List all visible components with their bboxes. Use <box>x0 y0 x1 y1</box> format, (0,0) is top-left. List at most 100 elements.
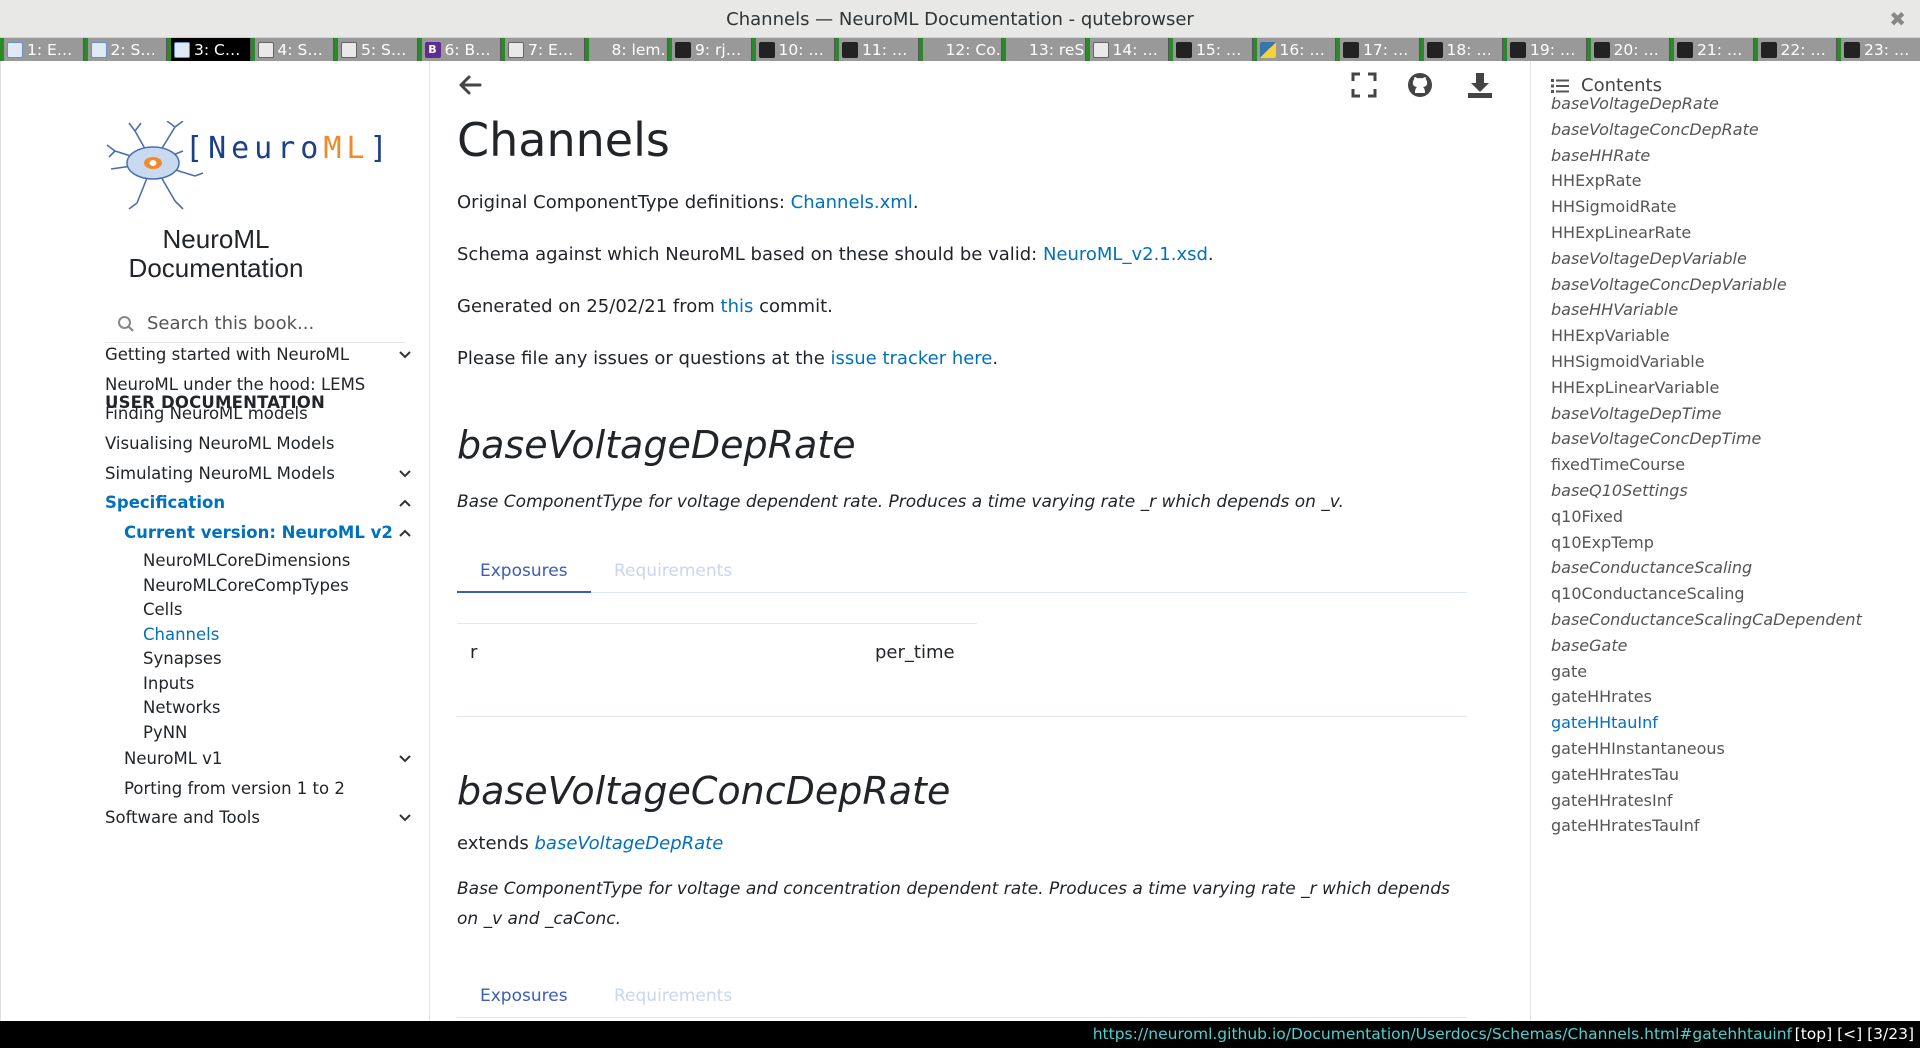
browser-tab[interactable]: 19: … <box>1503 38 1587 61</box>
main-content: Channels Original ComponentType definiti… <box>430 61 1530 1021</box>
sidebar-item-porting-from-version-1-to-2[interactable]: Porting from version 1 to 2 <box>124 779 345 798</box>
toc-item[interactable]: q10ConductanceScaling <box>1551 584 1745 603</box>
chevron-down-icon[interactable] <box>399 349 411 361</box>
sidebar-item-finding-neuroml-models[interactable]: Finding NeuroML models <box>105 404 308 423</box>
sidebar-item-channels[interactable]: Channels <box>143 625 219 644</box>
browser-tab[interactable]: 12: Co… <box>918 38 1002 61</box>
sidebar-item-neuroml-under-the-hood-lems[interactable]: NeuroML under the hood: LEMS <box>105 375 365 394</box>
browser-tab[interactable]: 17: … <box>1336 38 1420 61</box>
browser-tab[interactable]: 23: … <box>1837 38 1920 61</box>
sidebar-item-specification[interactable]: Specification <box>105 493 225 512</box>
toc-item[interactable]: HHExpRate <box>1551 171 1641 190</box>
issues-paragraph: Please file any issues or questions at t… <box>457 348 998 369</box>
toc-item[interactable]: fixedTimeCourse <box>1551 455 1685 474</box>
browser-tab[interactable]: 2: S… <box>83 38 167 61</box>
sidebar-item-cells[interactable]: Cells <box>143 600 182 619</box>
browser-tab[interactable]: 9: rj… <box>668 38 752 61</box>
window-close-icon[interactable]: ✖ <box>1889 7 1906 31</box>
toc-item[interactable]: baseQ10Settings <box>1551 481 1688 500</box>
browser-tab[interactable]: 1: E… <box>0 38 84 61</box>
channels-xml-link[interactable]: Channels.xml <box>791 192 913 213</box>
toc-item[interactable]: gate <box>1551 662 1587 681</box>
toc-item[interactable]: HHSigmoidVariable <box>1551 352 1705 371</box>
browser-tab[interactable]: 5: S… <box>334 38 418 61</box>
toc-item[interactable]: baseConductanceScalingCaDependent <box>1551 610 1862 629</box>
sidebar-item-simulating-neuroml-models[interactable]: Simulating NeuroML Models <box>105 464 335 483</box>
chevron-down-icon[interactable] <box>399 753 411 765</box>
browser-tab[interactable]: 10: … <box>751 38 835 61</box>
toc-item[interactable]: HHExpLinearVariable <box>1551 378 1719 397</box>
browser-tab[interactable]: 8: lem… <box>584 38 668 61</box>
sidebar-item-visualising-neuroml-models[interactable]: Visualising NeuroML Models <box>105 434 334 453</box>
browser-tab[interactable]: 22: … <box>1753 38 1837 61</box>
toc-item[interactable]: baseGate <box>1551 636 1627 655</box>
toc-item[interactable]: gateHHtauInf <box>1551 713 1658 732</box>
sidebar-title-line2: Documentation <box>128 253 304 283</box>
toc-item[interactable]: baseConductanceScaling <box>1551 558 1752 577</box>
extends-link[interactable]: baseVoltageDepRate <box>534 833 723 854</box>
commit-link[interactable]: this <box>721 296 754 317</box>
tab-requirements[interactable]: Requirements <box>614 561 732 581</box>
sidebar-item-current-version-neuroml-v2[interactable]: Current version: NeuroML v2 <box>124 523 393 542</box>
toc-item[interactable]: baseVoltageConcDepTime <box>1551 429 1761 448</box>
sidebar-item-neuroml-v1[interactable]: NeuroML v1 <box>124 749 222 768</box>
chevron-down-icon[interactable] <box>399 468 411 480</box>
browser-tab[interactable]: 11: … <box>835 38 919 61</box>
sidebar-item-networks[interactable]: Networks <box>143 698 221 717</box>
browser-tab[interactable]: 16: … <box>1252 38 1336 61</box>
neuroml-logo[interactable]: [NeuroML] <box>105 120 405 211</box>
toc-item[interactable]: baseHHRate <box>1551 146 1650 165</box>
browser-tab-label: 3: C… <box>194 40 241 59</box>
sidebar-item-inputs[interactable]: Inputs <box>143 674 194 693</box>
github-icon[interactable] <box>1406 71 1434 99</box>
schema-xsd-link[interactable]: NeuroML_v2.1.xsd <box>1043 244 1208 265</box>
toc-item[interactable]: gateHHrates <box>1551 687 1652 706</box>
sidebar-item-pynn[interactable]: PyNN <box>143 723 187 742</box>
search-box[interactable] <box>105 305 405 343</box>
chevron-down-icon[interactable] <box>399 812 411 824</box>
browser-tab[interactable]: 14: … <box>1085 38 1169 61</box>
sidebar-item-software-and-tools[interactable]: Software and Tools <box>105 808 260 827</box>
browser-tab[interactable]: 20: … <box>1586 38 1670 61</box>
search-input[interactable] <box>147 313 397 334</box>
sidebar-item-neuromlcoredimensions[interactable]: NeuroMLCoreDimensions <box>143 551 350 570</box>
tab-exposures[interactable]: Exposures <box>480 986 568 1006</box>
browser-tab[interactable]: 3: C… <box>167 38 251 61</box>
chevron-up-icon[interactable] <box>399 497 411 509</box>
issue-tracker-link[interactable]: issue tracker here <box>831 348 993 369</box>
toc-item[interactable]: q10Fixed <box>1551 507 1623 526</box>
toc-item[interactable]: HHExpVariable <box>1551 326 1670 345</box>
toc-item[interactable]: baseHHVariable <box>1551 300 1678 319</box>
sidebar-item-getting-started-with-neuroml[interactable]: Getting started with NeuroML <box>105 345 349 364</box>
browser-tab[interactable]: 21: … <box>1670 38 1754 61</box>
browser-tab[interactable]: 4: S… <box>250 38 334 61</box>
toc-item[interactable]: gateHHratesTau <box>1551 765 1679 784</box>
toc-item[interactable]: gateHHInstantaneous <box>1551 739 1725 758</box>
exposure-dimension-link[interactable]: per_time <box>875 642 955 663</box>
tab-requirements[interactable]: Requirements <box>614 986 732 1006</box>
browser-tab[interactable]: 13: reS… <box>1002 38 1086 61</box>
toc-item[interactable]: HHExpLinearRate <box>1551 223 1691 242</box>
github-favicon-icon <box>1510 41 1526 58</box>
toc-item[interactable]: baseVoltageDepVariable <box>1551 249 1747 268</box>
tab-exposures[interactable]: Exposures <box>480 561 568 581</box>
toc-item[interactable]: baseVoltageDepTime <box>1551 404 1721 423</box>
browser-tab[interactable]: B 6: B… <box>417 38 501 61</box>
toc-item[interactable]: HHSigmoidRate <box>1551 197 1676 216</box>
sidebar-item-synapses[interactable]: Synapses <box>143 649 222 668</box>
browser-tab[interactable]: 7: E… <box>501 38 585 61</box>
toc-item[interactable]: gateHHratesInf <box>1551 791 1672 810</box>
browser-tab[interactable]: 18: … <box>1419 38 1503 61</box>
toc-item[interactable]: gateHHratesTauInf <box>1551 816 1700 835</box>
section-tabs: Exposures Requirements <box>457 549 1467 593</box>
download-icon[interactable] <box>1466 71 1494 99</box>
toc-item[interactable]: baseVoltageDepRate <box>1551 94 1719 113</box>
fullscreen-icon[interactable] <box>1350 71 1378 99</box>
toc-item[interactable]: baseVoltageConcDepVariable <box>1551 275 1787 294</box>
browser-tab[interactable]: 15: … <box>1169 38 1253 61</box>
toc-item[interactable]: q10ExpTemp <box>1551 533 1654 552</box>
toc-item[interactable]: baseVoltageConcDepRate <box>1551 120 1759 139</box>
back-arrow-icon[interactable] <box>456 71 484 99</box>
sidebar-item-neuromlcorecomptypes[interactable]: NeuroMLCoreCompTypes <box>143 576 349 595</box>
chevron-up-icon[interactable] <box>399 527 411 539</box>
